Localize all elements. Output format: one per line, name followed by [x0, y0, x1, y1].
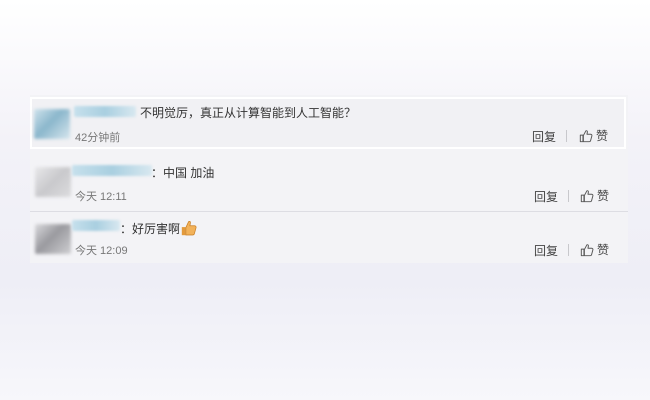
thumbs-up-icon: [580, 243, 594, 256]
thumbs-up-emoji-icon: [181, 221, 197, 236]
comment-item: ：中国 加油 今天 12:11 回复 赞: [30, 157, 628, 207]
comment-text: ：中国 加油: [151, 166, 215, 180]
like-label: 赞: [597, 243, 610, 257]
reply-button[interactable]: 回复: [534, 242, 558, 259]
comment-time: 今天 12:09: [75, 245, 128, 257]
comment-text-content: ：好厉害啊: [120, 222, 181, 236]
thumbs-up-icon: [579, 129, 593, 142]
username[interactable]: [72, 165, 152, 176]
like-button[interactable]: 赞: [580, 241, 609, 258]
avatar[interactable]: [34, 109, 70, 139]
reply-button[interactable]: 回复: [532, 128, 556, 145]
like-button[interactable]: 赞: [579, 127, 608, 144]
comment-text: ：好厉害啊: [120, 219, 198, 237]
divider: [566, 130, 567, 142]
like-label: 赞: [597, 189, 610, 203]
divider: [568, 190, 569, 202]
like-label: 赞: [596, 129, 609, 143]
avatar[interactable]: [35, 167, 71, 197]
divider: [568, 244, 569, 256]
comment-item: 不明觉厉，真正从计算智能到人工智能？ 42分钟前 回复 赞: [30, 97, 626, 149]
username[interactable]: [74, 106, 136, 117]
comment-time: 今天 12:11: [75, 191, 127, 203]
comment-item: ：好厉害啊 今天 12:09 回复 赞: [30, 211, 628, 264]
avatar[interactable]: [35, 224, 71, 254]
comment-text: 不明觉厉，真正从计算智能到人工智能？: [140, 106, 357, 120]
comment-time: 42分钟前: [75, 132, 121, 144]
username[interactable]: [72, 220, 120, 231]
thumbs-up-icon: [580, 189, 594, 202]
reply-button[interactable]: 回复: [534, 188, 558, 205]
like-button[interactable]: 赞: [580, 187, 609, 204]
